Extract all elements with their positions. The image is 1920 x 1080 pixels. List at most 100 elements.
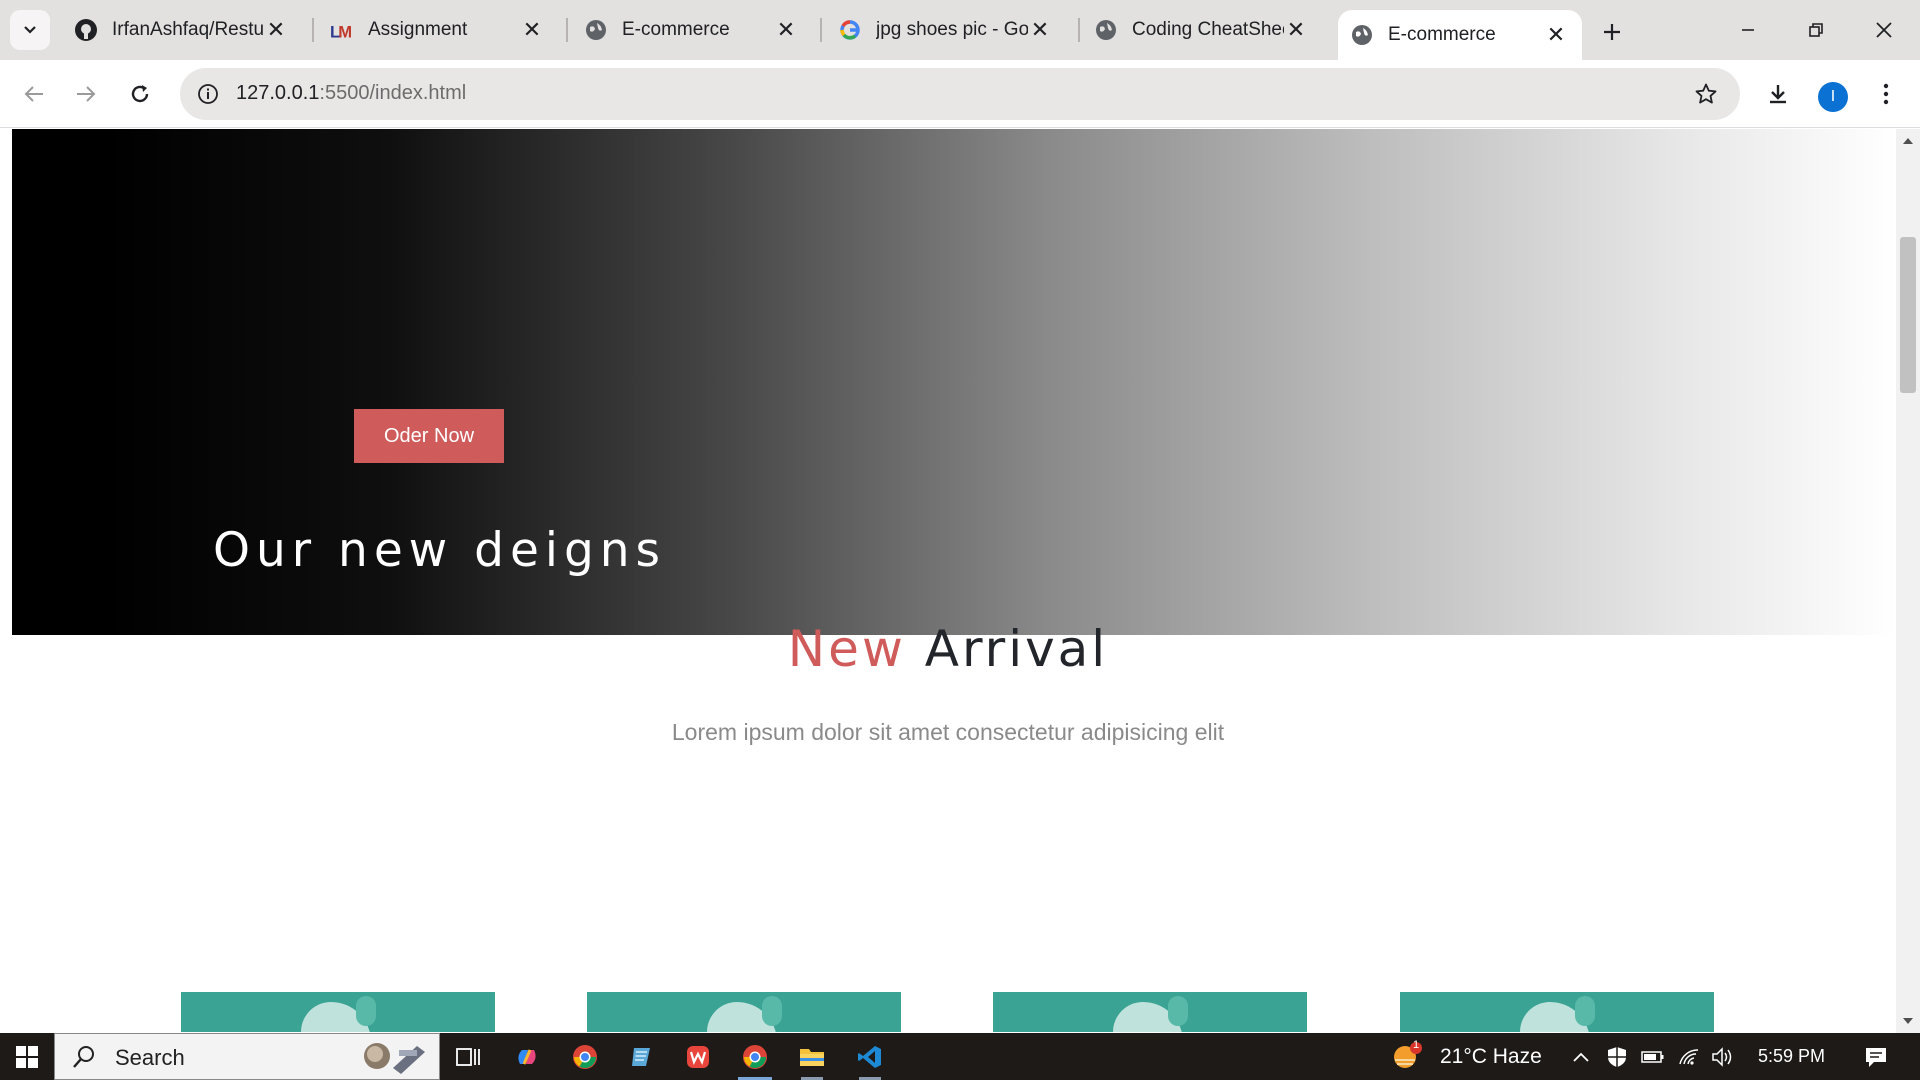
taskbar-clock[interactable]: 5:59 PM xyxy=(1758,1046,1825,1067)
product-card[interactable] xyxy=(993,992,1307,1032)
weather-badge: 1 xyxy=(1412,1039,1420,1051)
tab-google[interactable]: jpg shoes pic - Goo ✕ xyxy=(826,10,1066,50)
close-icon xyxy=(1876,22,1892,38)
file-explorer-button[interactable] xyxy=(787,1033,837,1080)
tab-title: Coding CheatShee xyxy=(1132,19,1284,40)
search-highlight-image xyxy=(355,1038,435,1076)
close-window-button[interactable] xyxy=(1854,10,1914,50)
url-host: 127.0.0.1 xyxy=(236,82,320,104)
download-icon xyxy=(1770,85,1786,104)
notes-app-button[interactable] xyxy=(616,1033,666,1080)
show-hidden-icons-button[interactable] xyxy=(1566,1033,1596,1080)
order-now-button[interactable]: Oder Now xyxy=(354,409,504,463)
scroll-up-arrow-icon[interactable] xyxy=(1896,129,1920,153)
tab-title: E-commerce xyxy=(1388,24,1496,45)
new-arrival-subtitle: Lorem ipsum dolor sit amet consectetur a… xyxy=(671,719,1225,745)
tab-ecommerce-active[interactable]: E-commerce ✕ xyxy=(1338,10,1582,60)
new-arrival-heading: New Arrival xyxy=(0,620,1896,678)
wps-office-icon xyxy=(687,1045,709,1068)
back-button[interactable] xyxy=(14,74,54,114)
tab-github[interactable]: IrfanAshfaq/Restur ✕ xyxy=(62,10,302,50)
security-tray-icon[interactable] xyxy=(1602,1033,1632,1080)
downloads-button[interactable] xyxy=(1758,74,1798,114)
browser-toolbar: 127.0.0.1:5500/index.html I xyxy=(0,60,1920,128)
start-button[interactable] xyxy=(0,1033,54,1080)
folder-icon xyxy=(800,1048,824,1066)
heading-rest: Arrival xyxy=(924,620,1109,678)
chevron-down-icon xyxy=(24,26,36,34)
shoe-image-detail xyxy=(1168,996,1188,1026)
wifi-icon xyxy=(1679,1048,1699,1065)
new-tab-button[interactable] xyxy=(1594,14,1630,50)
taskbar-search-box[interactable]: Search xyxy=(54,1033,440,1080)
tab-search-button[interactable] xyxy=(10,10,50,50)
close-icon[interactable]: ✕ xyxy=(264,17,288,42)
close-icon[interactable]: ✕ xyxy=(774,17,798,42)
url-path: :5500/index.html xyxy=(319,82,467,104)
minimize-button[interactable] xyxy=(1718,10,1778,50)
tab-ecommerce-1[interactable]: E-commerce ✕ xyxy=(572,10,812,50)
globe-icon xyxy=(1350,23,1374,47)
restore-button[interactable] xyxy=(1786,10,1846,50)
search-icon xyxy=(71,1044,97,1075)
windows-taskbar: Search 1 21°C Haze 5:59 PM xyxy=(0,1033,1920,1080)
heading-accent: New xyxy=(787,620,906,678)
chrome-icon xyxy=(743,1044,767,1069)
windows-logo-icon xyxy=(16,1045,38,1068)
lms-icon: LM xyxy=(330,18,354,42)
wps-office-button[interactable] xyxy=(673,1033,723,1080)
arrow-right-icon xyxy=(77,86,96,102)
weather-icon[interactable] xyxy=(1382,1033,1432,1080)
product-card[interactable] xyxy=(181,992,495,1032)
tab-separator xyxy=(566,18,568,42)
page-scrollbar[interactable] xyxy=(1896,129,1920,1033)
browser-menu-button[interactable] xyxy=(1866,74,1906,114)
tab-coding-cheatsheet[interactable]: Coding CheatShee ✕ xyxy=(1082,10,1322,50)
copilot-icon xyxy=(518,1048,536,1065)
tab-title: IrfanAshfaq/Restur xyxy=(112,19,264,40)
plus-icon xyxy=(1604,24,1620,40)
tab-title: E-commerce xyxy=(622,19,730,40)
tab-assignment[interactable]: LM Assignment ✕ xyxy=(318,10,558,50)
forward-button[interactable] xyxy=(66,74,106,114)
task-view-button[interactable] xyxy=(443,1033,493,1080)
close-icon[interactable]: ✕ xyxy=(520,17,544,42)
shoe-image-detail xyxy=(356,996,376,1026)
tab-separator xyxy=(312,18,314,42)
reload-button[interactable] xyxy=(120,74,160,114)
url-text: 127.0.0.1:5500/index.html xyxy=(236,82,466,105)
chrome-taskbar-button[interactable] xyxy=(560,1033,610,1080)
shoe-image-detail xyxy=(762,996,782,1026)
vscode-button[interactable] xyxy=(845,1033,895,1080)
battery-icon xyxy=(1641,1050,1664,1063)
wifi-tray-icon[interactable] xyxy=(1674,1033,1704,1080)
bookmark-star-icon[interactable] xyxy=(1692,80,1720,108)
scroll-down-arrow-icon[interactable] xyxy=(1896,1009,1920,1033)
tab-title: jpg shoes pic - Goo xyxy=(876,19,1028,40)
tab-separator xyxy=(1078,18,1080,42)
chrome-active-button[interactable] xyxy=(730,1033,780,1080)
arrow-left-icon xyxy=(24,86,43,102)
product-card[interactable] xyxy=(587,992,901,1032)
profile-avatar[interactable]: I xyxy=(1818,82,1848,112)
restore-icon xyxy=(1809,23,1823,37)
copilot-button[interactable] xyxy=(502,1033,552,1080)
page-viewport: Oder Now Our new deigns New Arrival Lore… xyxy=(0,129,1896,1033)
globe-icon xyxy=(584,18,608,42)
product-card[interactable] xyxy=(1400,992,1714,1032)
site-info-icon[interactable] xyxy=(194,80,222,108)
weather-text[interactable]: 21°C Haze xyxy=(1440,1045,1542,1069)
notifications-button[interactable] xyxy=(1856,1033,1896,1080)
scrollbar-thumb[interactable] xyxy=(1900,237,1916,393)
notes-app-icon xyxy=(632,1047,650,1066)
volume-tray-icon[interactable] xyxy=(1708,1033,1738,1080)
address-bar[interactable]: 127.0.0.1:5500/index.html xyxy=(180,68,1740,120)
close-icon[interactable]: ✕ xyxy=(1544,22,1568,47)
close-icon[interactable]: ✕ xyxy=(1028,17,1052,42)
tab-separator xyxy=(820,18,822,42)
vscode-icon xyxy=(858,1045,881,1068)
close-icon[interactable]: ✕ xyxy=(1284,17,1308,42)
tab-strip: IrfanAshfaq/Restur ✕ LM Assignment ✕ E-c… xyxy=(0,0,1920,60)
google-icon xyxy=(838,18,862,42)
battery-tray-icon[interactable] xyxy=(1638,1033,1668,1080)
